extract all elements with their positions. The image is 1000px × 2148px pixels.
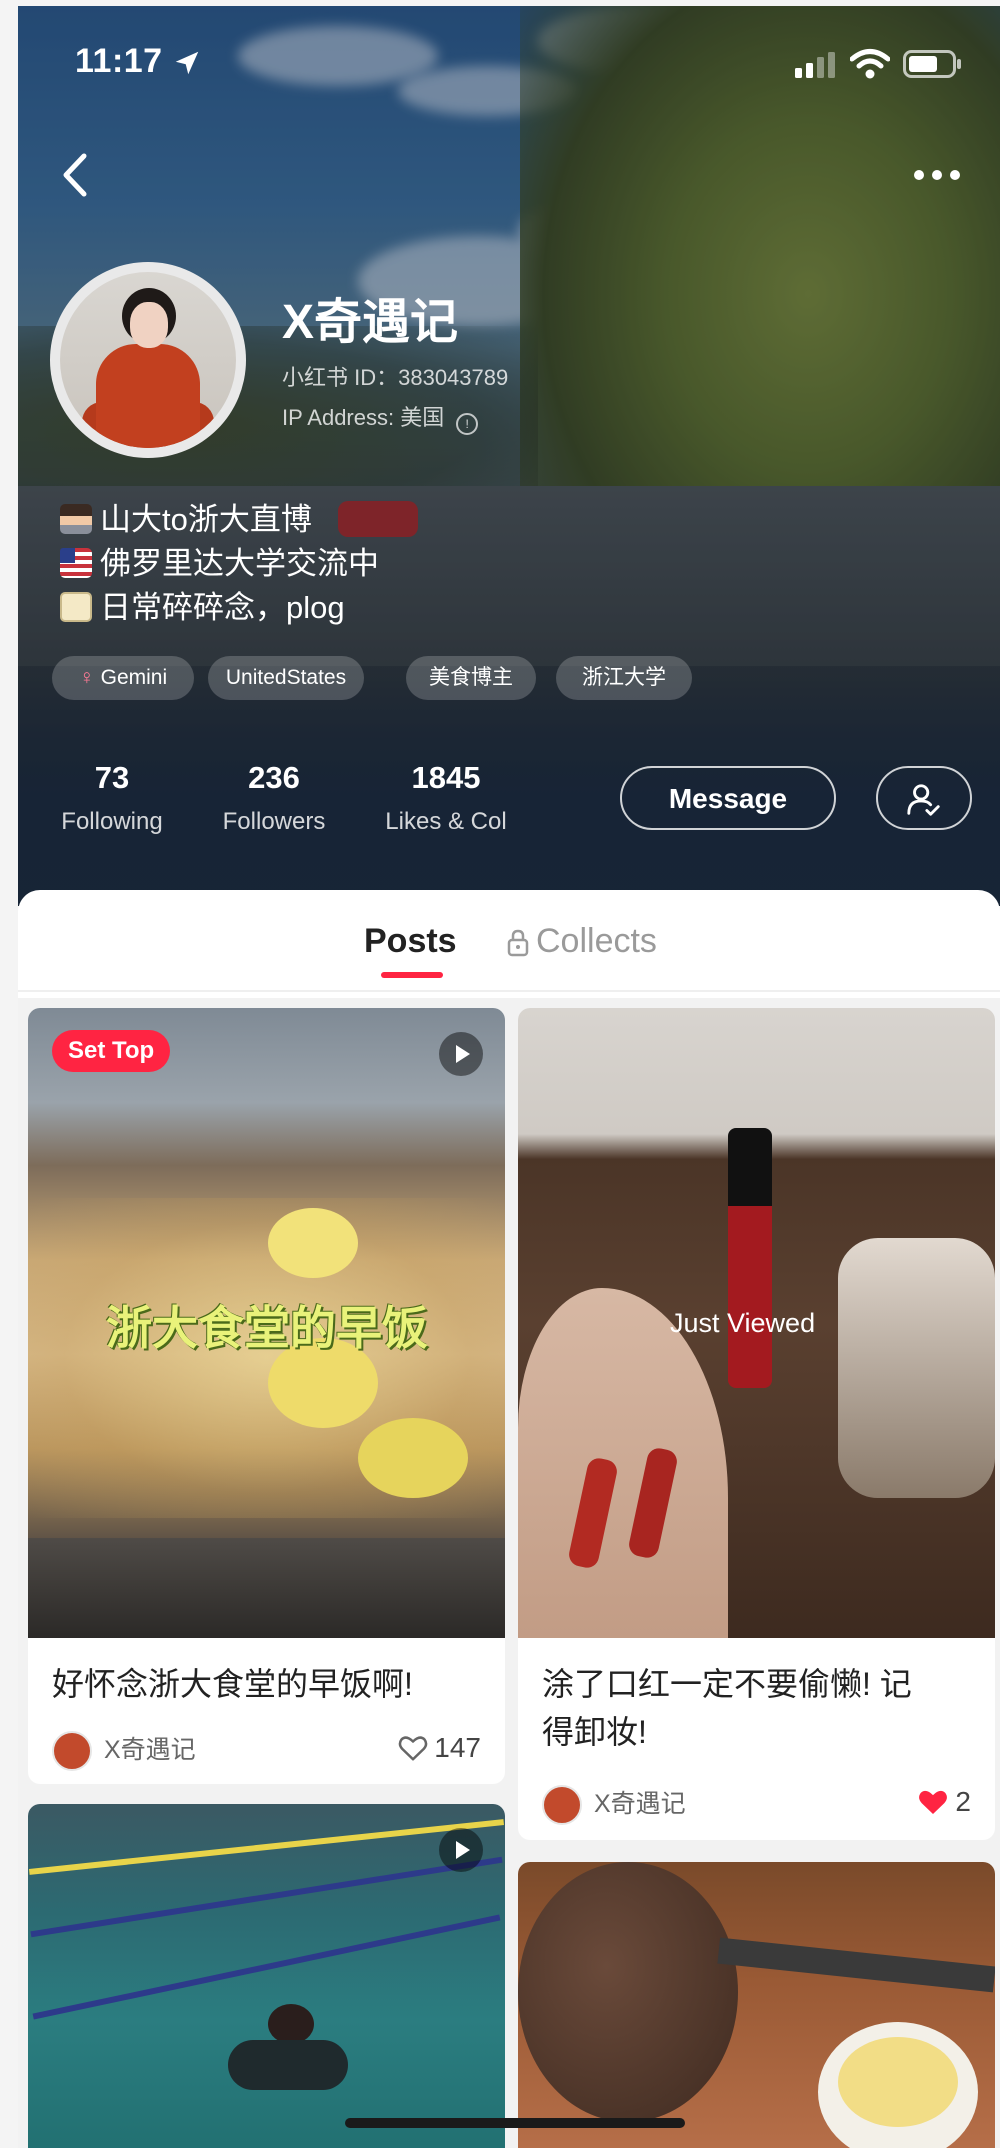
heart-filled-icon <box>919 1790 948 1814</box>
just-viewed-label: Just Viewed <box>670 1308 816 1338</box>
video-play-icon <box>439 1032 483 1076</box>
location-arrow-icon <box>175 51 199 75</box>
post-card[interactable]: 浙大食堂的早饭 Set Top 好怀念浙大食堂的早饭啊! X奇遇记 147 <box>28 1008 505 1784</box>
heart-outline-icon <box>399 1736 428 1761</box>
post-cover-image: Just Viewed <box>518 1008 995 1638</box>
female-gender-icon: ♀ <box>78 666 95 689</box>
memo-emoji-icon <box>60 592 92 622</box>
avatar[interactable] <box>60 272 236 448</box>
followers-label: Followers <box>222 808 326 835</box>
profile-ip-address: IP Address: 美国! <box>282 400 479 435</box>
wifi-icon <box>850 49 890 79</box>
post-author[interactable]: X奇遇记 <box>542 1784 686 1826</box>
tag-unitedstates[interactable]: UnitedStates <box>208 656 364 700</box>
posts-feed: 浙大食堂的早饭 Set Top 好怀念浙大食堂的早饭啊! X奇遇记 147 Ju… <box>18 998 1000 2148</box>
tag-gemini[interactable]: ♀ Gemini <box>52 656 194 700</box>
profile-nickname: X奇遇记 <box>282 296 459 349</box>
ip-address-text: IP Address: 美国 <box>282 405 445 430</box>
bio-line-1: 山大to浙大直博 <box>60 494 312 539</box>
message-button[interactable]: Message <box>620 766 836 830</box>
content-panel: Posts Collects 浙大食堂的早饭 Set Top 好怀念浙大食堂的早… <box>18 890 1000 2148</box>
profile-tabs: Posts Collects <box>18 890 1000 992</box>
stat-following[interactable]: 73 Following <box>50 760 174 836</box>
tag-food-blogger[interactable]: 美食博主 <box>406 656 536 700</box>
post-author[interactable]: X奇遇记 <box>52 1730 196 1772</box>
following-label: Following <box>61 808 163 835</box>
stat-likes-collects[interactable]: 1845 Likes & Col <box>370 760 522 836</box>
tab-posts[interactable]: Posts <box>364 922 457 961</box>
likes-collects-count: 1845 <box>411 760 481 795</box>
post-cover-image: 浙大食堂的早饭 Set Top <box>28 1008 505 1638</box>
bio-line-2: 佛罗里达大学交流中 <box>60 538 379 583</box>
stat-followers[interactable]: 236 Followers <box>210 760 338 836</box>
set-top-badge: Set Top <box>52 1030 171 1072</box>
profile-user-id: 小红书 ID：383043789 <box>282 365 509 390</box>
post-cover-image <box>28 1804 505 2148</box>
more-options-icon[interactable] <box>912 165 962 185</box>
video-play-icon <box>439 1828 483 1872</box>
post-card[interactable] <box>518 1862 995 2148</box>
tab-collects[interactable]: Collects <box>536 922 657 961</box>
status-time: 11:17 <box>75 42 163 80</box>
post-card[interactable] <box>28 1804 505 2148</box>
info-icon[interactable]: ! <box>456 413 479 435</box>
back-chevron-icon[interactable] <box>58 150 94 200</box>
post-title: 涂了口红一定不要偷懒! 记 得卸妆! <box>542 1666 912 1750</box>
like-count[interactable]: 147 <box>398 1732 481 1764</box>
us-flag-icon <box>60 548 92 578</box>
post-cover-image <box>518 1862 995 2148</box>
post-card[interactable]: Just Viewed 涂了口红一定不要偷懒! 记 得卸妆! X奇遇记 2 <box>518 1008 995 1840</box>
followers-count: 236 <box>248 760 300 795</box>
post-title: 好怀念浙大食堂的早饭啊! <box>52 1666 413 1702</box>
post-overlay-text: 浙大食堂的早饭 <box>106 1302 428 1354</box>
active-tab-indicator <box>381 972 443 978</box>
following-count: 73 <box>94 760 130 795</box>
likes-collects-label: Likes & Col <box>385 808 507 835</box>
profile-screen: 11:17 X奇遇记 小红书 ID：383043789 IP Address: … <box>0 0 1000 2148</box>
lock-icon <box>507 929 529 957</box>
status-bar: 11:17 <box>0 40 1000 90</box>
bio-line-3: 日常碎碎念，plog <box>60 582 345 627</box>
user-check-icon <box>907 784 940 816</box>
author-avatar <box>52 1731 92 1772</box>
author-avatar <box>542 1785 582 1826</box>
cellular-signal-icon <box>795 52 835 78</box>
student-emoji-icon <box>60 504 92 534</box>
like-count[interactable]: 2 <box>917 1786 971 1818</box>
tag-zhejiang-university[interactable]: 浙江大学 <box>556 656 692 700</box>
home-indicator <box>345 2118 685 2128</box>
battery-icon <box>903 50 961 78</box>
follow-user-button[interactable] <box>876 766 972 830</box>
